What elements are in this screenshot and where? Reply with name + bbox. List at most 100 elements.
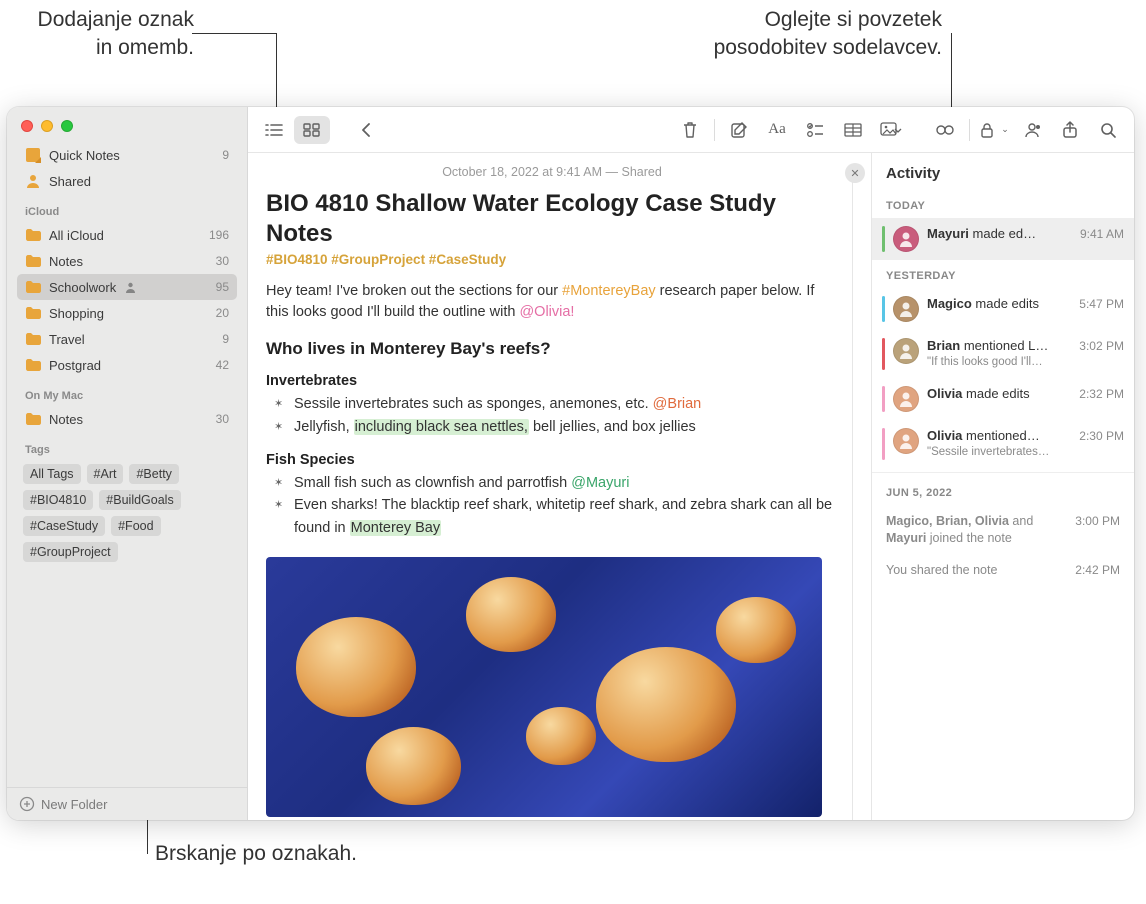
sidebar-item-schoolwork[interactable]: Schoolwork 95: [17, 274, 237, 300]
mention-mayuri[interactable]: @Mayuri: [571, 475, 629, 491]
note-editor[interactable]: ✕ October 18, 2022 at 9:41 AM — Shared B…: [248, 153, 871, 820]
format-button[interactable]: Aa: [759, 116, 795, 144]
minimize-dot[interactable]: [41, 120, 53, 132]
plus-circle-icon: [19, 796, 35, 812]
count: 42: [216, 358, 229, 372]
link-button[interactable]: [927, 116, 963, 144]
tag-food[interactable]: #Food: [111, 516, 160, 536]
note-date: October 18, 2022 at 9:41 AM — Shared: [266, 165, 838, 179]
note-hashtags: #BIO4810 #GroupProject #CaseStudy: [266, 252, 838, 267]
activity-time: 5:47 PM: [1079, 296, 1124, 311]
count: 20: [216, 306, 229, 320]
activity-time: 9:41 AM: [1080, 226, 1124, 241]
count: 9: [222, 148, 229, 162]
callout-activity: Oglejte si povzetek posodobitev sodelavc…: [602, 6, 942, 63]
tag-bio4810[interactable]: #BIO4810: [23, 490, 93, 510]
zoom-dot[interactable]: [61, 120, 73, 132]
search-button[interactable]: [1090, 116, 1126, 144]
tag-art[interactable]: #Art: [87, 464, 124, 484]
highlight-nettles: including black sea nettles,: [354, 419, 529, 435]
window-controls: [7, 107, 247, 142]
sidebar-item-quick-notes[interactable]: Quick Notes 9: [17, 142, 237, 168]
label: Quick Notes: [49, 148, 120, 163]
sidebar-item-shopping[interactable]: Shopping 20: [17, 300, 237, 326]
tag-betty[interactable]: #Betty: [129, 464, 178, 484]
callout-line: [192, 33, 276, 34]
callout-browse-tags: Brskanje po oznakah.: [155, 840, 357, 868]
checklist-button[interactable]: [797, 116, 833, 144]
avatar: [893, 226, 919, 252]
new-note-button[interactable]: [721, 116, 757, 144]
heading-fish: Fish Species: [266, 452, 838, 468]
tag-groupproject[interactable]: #GroupProject: [23, 542, 118, 562]
mention-brian[interactable]: @Brian: [653, 396, 702, 412]
folder-icon: [25, 227, 41, 243]
section-onmymac: On My Mac: [17, 378, 237, 406]
activity-row[interactable]: Magico made edits 5:47 PM: [872, 288, 1134, 330]
callout-line: [276, 33, 277, 47]
sidebar-item-all-icloud[interactable]: All iCloud 196: [17, 222, 237, 248]
list-invertebrates: Sessile invertebrates such as sponges, a…: [266, 393, 838, 438]
collaborate-button[interactable]: [1014, 116, 1050, 144]
activity-row[interactable]: Mayuri made ed… 9:41 AM: [872, 218, 1134, 260]
mention-olivia[interactable]: @Olivia!: [519, 304, 574, 320]
activity-row[interactable]: Olivia made edits 2:32 PM: [872, 378, 1134, 420]
toolbar: Aa ⌄: [248, 107, 1134, 153]
activity-time: 2:30 PM: [1079, 428, 1124, 443]
activity-text: Olivia mentioned… "Sessile invertebrates…: [927, 428, 1071, 460]
avatar: [893, 338, 919, 364]
sidebar-item-notes[interactable]: Notes 30: [17, 406, 237, 432]
shared-icon: [25, 173, 41, 189]
sidebar: Quick Notes 9 Shared iCloud All iCloud 1…: [7, 107, 248, 820]
quick-notes-icon: [25, 147, 41, 163]
count: 95: [216, 280, 229, 294]
activity-time: 3:02 PM: [1079, 338, 1124, 353]
activity-row[interactable]: Brian mentioned L… "If this looks good I…: [872, 330, 1134, 378]
view-gallery-button[interactable]: [294, 116, 330, 144]
label: Travel: [49, 332, 85, 347]
sidebar-item-postgrad[interactable]: Postgrad 42: [17, 352, 237, 378]
note-title: BIO 4810 Shallow Water Ecology Case Stud…: [266, 189, 838, 249]
tag-casestudy[interactable]: #CaseStudy: [23, 516, 105, 536]
share-button[interactable]: [1052, 116, 1088, 144]
label: Schoolwork: [49, 280, 116, 295]
activity-color-bar: [882, 338, 885, 370]
folder-icon: [25, 411, 41, 427]
main-content: Aa ⌄ ✕ October 18, 2022 at 9:41 AM — Sha…: [248, 107, 1134, 820]
activity-panel: Activity TODAY Mayuri made ed… 9:41 AM Y…: [871, 153, 1134, 820]
view-list-button[interactable]: [256, 116, 292, 144]
table-button[interactable]: [835, 116, 871, 144]
lock-button[interactable]: ⌄: [976, 116, 1012, 144]
close-activity-button[interactable]: ✕: [845, 163, 865, 183]
hashtag-montereybay[interactable]: #MontereyBay: [562, 283, 656, 299]
avatar: [893, 296, 919, 322]
tags-list: All Tags #Art#Betty #BIO4810 #BuildGoals #Ca…: [17, 460, 237, 566]
section-icloud: iCloud: [17, 194, 237, 222]
sidebar-item-travel[interactable]: Travel 9: [17, 326, 237, 352]
folder-icon: [25, 305, 41, 321]
tag-buildgoals[interactable]: #BuildGoals: [99, 490, 180, 510]
new-folder-button[interactable]: New Folder: [7, 787, 247, 820]
media-button[interactable]: [873, 116, 909, 144]
activity-color-bar: [882, 428, 885, 460]
list-fish: Small fish such as clownfish and parrotf…: [266, 472, 838, 539]
activity-color-bar: [882, 386, 885, 412]
count: 30: [216, 412, 229, 426]
label: Shopping: [49, 306, 104, 321]
activity-shared: You shared the note 2:42 PM: [872, 554, 1134, 587]
delete-button[interactable]: [672, 116, 708, 144]
sidebar-item-notes[interactable]: Notes 30: [17, 248, 237, 274]
back-button[interactable]: [348, 116, 384, 144]
folder-icon: [25, 253, 41, 269]
close-dot[interactable]: [21, 120, 33, 132]
label: All iCloud: [49, 228, 104, 243]
callout-tags: Dodajanje oznak in omemb.: [14, 6, 194, 63]
count: 196: [209, 228, 229, 242]
tag-alltags[interactable]: All Tags: [23, 464, 81, 484]
sidebar-item-shared[interactable]: Shared: [17, 168, 237, 194]
activity-row[interactable]: Olivia mentioned… "Sessile invertebrates…: [872, 420, 1134, 468]
count: 9: [222, 332, 229, 346]
heading-reefs: Who lives in Monterey Bay's reefs?: [266, 339, 838, 359]
label: Notes: [49, 254, 83, 269]
activity-title: Activity: [872, 153, 1134, 190]
